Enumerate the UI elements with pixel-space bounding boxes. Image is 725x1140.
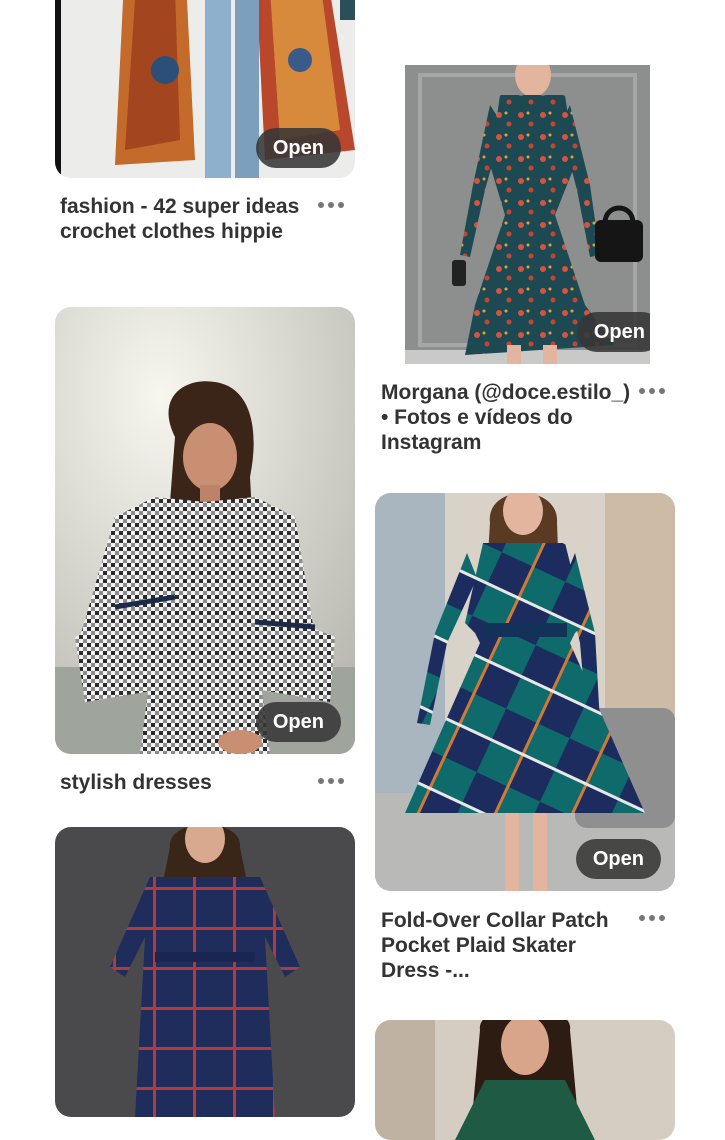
pin-image-green-dress[interactable] — [375, 1020, 675, 1140]
green-dress-image — [375, 1020, 675, 1140]
ellipsis-icon[interactable] — [318, 775, 348, 787]
navy-plaid-dress-image — [55, 827, 355, 1117]
pin-title[interactable]: Morgana (@doce.estilo_) • Fotos e vídeos… — [381, 380, 636, 455]
cut-off-text-shape — [381, 0, 611, 6]
ellipsis-icon[interactable] — [318, 199, 348, 211]
pin-image-teal-plaid-skater-dress[interactable]: Open — [375, 493, 675, 891]
pin-image-floral-kimono[interactable]: Open — [55, 0, 355, 178]
teal-plaid-dress-image — [375, 493, 675, 891]
pin-image-navy-plaid-dress[interactable] — [55, 827, 355, 1117]
gingham-dress-image — [55, 307, 355, 754]
pin-image-teal-floral-dress[interactable]: Open — [405, 65, 650, 364]
open-button[interactable]: Open — [255, 702, 341, 742]
ellipsis-icon[interactable] — [639, 912, 669, 924]
pin-title[interactable]: Fold-Over Collar Patch Pocket Plaid Skat… — [381, 908, 636, 983]
pin-title[interactable]: stylish dresses — [60, 770, 310, 795]
pin-image-gingham-dress[interactable]: Open — [55, 307, 355, 754]
partial-pin-title-fragment — [381, 0, 621, 6]
open-button[interactable]: Open — [576, 312, 650, 352]
open-button[interactable]: Open — [575, 839, 661, 879]
pin-title[interactable]: fashion - 42 super ideas crochet clothes… — [60, 194, 310, 244]
open-button[interactable]: Open — [255, 128, 341, 168]
ellipsis-icon[interactable] — [639, 385, 669, 397]
